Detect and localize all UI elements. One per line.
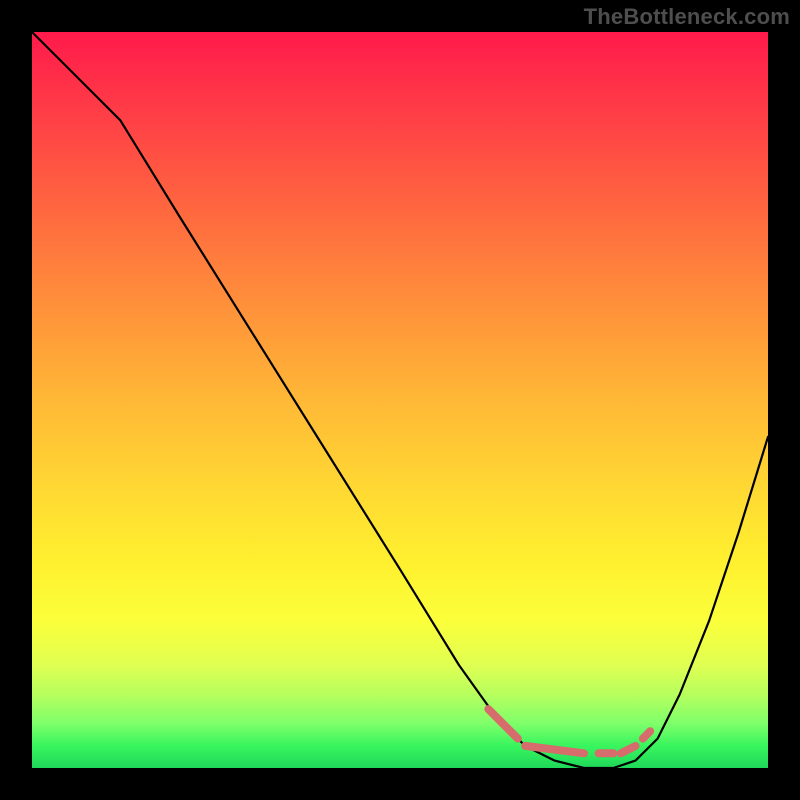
optimal-range-markers <box>488 709 650 753</box>
optimal-range-marker <box>621 746 636 753</box>
watermark-text: TheBottleneck.com <box>584 4 790 30</box>
plot-gradient-background <box>32 32 768 768</box>
chart-frame: TheBottleneck.com <box>0 0 800 800</box>
bottleneck-curve <box>32 32 768 768</box>
chart-overlay <box>32 32 768 768</box>
optimal-range-marker <box>488 709 518 739</box>
optimal-range-marker <box>525 746 584 753</box>
optimal-range-marker <box>643 731 650 738</box>
